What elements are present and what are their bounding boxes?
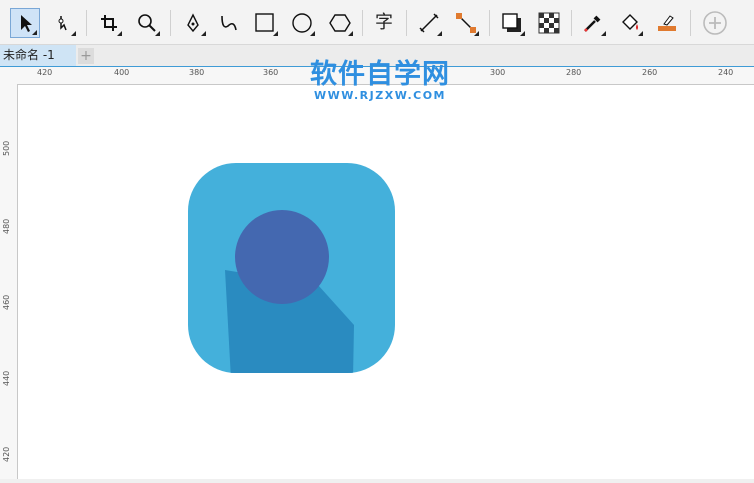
smart-fill-icon bbox=[658, 15, 676, 31]
ruler-label: 440 bbox=[2, 370, 11, 386]
ruler-label: 240 bbox=[718, 68, 734, 77]
document-tab[interactable]: 未命名 -1 bbox=[0, 45, 76, 66]
avatar-head-circle[interactable] bbox=[235, 210, 329, 304]
magnifier-icon bbox=[138, 14, 156, 32]
shape-tool-button[interactable] bbox=[48, 8, 78, 38]
curve-icon bbox=[221, 15, 237, 31]
drawing-canvas[interactable] bbox=[18, 85, 754, 479]
zoom-tool-button[interactable] bbox=[132, 8, 162, 38]
drop-shadow-tool-button[interactable] bbox=[497, 8, 527, 38]
dimension-tool-button[interactable] bbox=[414, 8, 444, 38]
ruler-label: 420 bbox=[2, 446, 11, 462]
text-tool-button[interactable]: 字 bbox=[369, 8, 399, 38]
rectangle-tool-button[interactable] bbox=[250, 8, 280, 38]
ruler-label: 280 bbox=[566, 68, 582, 77]
ruler-label: 480 bbox=[2, 218, 11, 234]
ruler-label: 420 bbox=[37, 68, 53, 77]
checkerboard-icon bbox=[538, 12, 560, 34]
polygon-tool-button[interactable] bbox=[325, 8, 355, 38]
eyedropper-tool-button[interactable] bbox=[578, 8, 608, 38]
crop-icon bbox=[101, 15, 117, 31]
transparency-tool-button[interactable] bbox=[534, 8, 564, 38]
ellipse-tool-button[interactable] bbox=[287, 8, 317, 38]
artwork bbox=[188, 163, 395, 373]
toolbox: 字 bbox=[0, 0, 754, 45]
ruler-label: 360 bbox=[263, 68, 279, 77]
ruler-label: 400 bbox=[114, 68, 130, 77]
ruler-label: 300 bbox=[490, 68, 506, 77]
ruler-origin[interactable] bbox=[0, 67, 18, 85]
plus-circle-icon bbox=[703, 11, 727, 35]
ruler-label: 500 bbox=[2, 140, 11, 156]
pen-tool-button[interactable] bbox=[178, 8, 208, 38]
pick-tool-button[interactable] bbox=[10, 8, 40, 38]
text-icon: 字 bbox=[375, 12, 393, 33]
smart-fill-tool-button[interactable] bbox=[652, 8, 682, 38]
watermark: 软件自学网 WWW.RJZXW.COM bbox=[310, 52, 450, 102]
crop-tool-button[interactable] bbox=[94, 8, 124, 38]
pen-nib-icon bbox=[187, 13, 199, 33]
ruler-label: 380 bbox=[189, 68, 205, 77]
ruler-label: 260 bbox=[642, 68, 658, 77]
node-edit-icon bbox=[58, 16, 67, 31]
vertical-ruler[interactable]: 500 480 460 440 420 bbox=[0, 84, 18, 479]
watermark-url: WWW.RJZXW.COM bbox=[314, 89, 446, 102]
connector-tool-button[interactable] bbox=[451, 8, 481, 38]
add-document-tab-button[interactable]: + bbox=[78, 48, 94, 64]
add-tool-button[interactable] bbox=[700, 8, 730, 38]
artistic-media-tool-button[interactable] bbox=[214, 8, 244, 38]
ruler-label: 460 bbox=[2, 294, 11, 310]
watermark-title: 软件自学网 bbox=[310, 59, 450, 90]
fill-tool-button[interactable] bbox=[615, 8, 645, 38]
